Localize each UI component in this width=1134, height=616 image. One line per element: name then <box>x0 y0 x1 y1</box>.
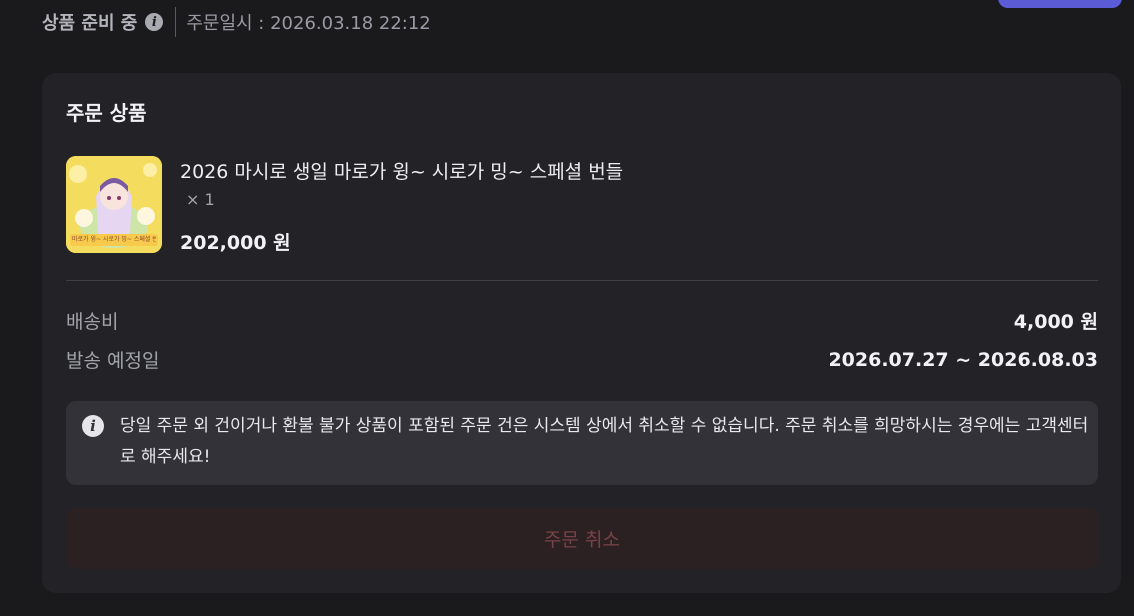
shipping-fee-row: 배송비 4,000 원 <box>66 307 1098 334</box>
cancel-notice: i 당일 주문 외 건이거나 환불 불가 상품이 포함된 주문 건은 시스템 상… <box>66 401 1098 485</box>
order-status-row: 상품 준비 중 i 주문일시 : 2026.03.18 22:12 <box>42 7 431 37</box>
info-icon: i <box>82 415 104 437</box>
status-divider <box>175 7 177 37</box>
card-title: 주문 상품 <box>66 101 147 125</box>
ship-date-value: 2026.07.27 ~ 2026.08.03 <box>828 348 1098 371</box>
cancel-notice-text: 당일 주문 외 건이거나 환불 불가 상품이 포함된 주문 건은 시스템 상에서… <box>120 416 1089 467</box>
top-action-button[interactable] <box>998 0 1122 8</box>
order-card: 주문 상품 마로가 윙~ 시로가 밍~ 스페셜 번들 2026 마시로 생일 마… <box>42 73 1121 593</box>
shipping-fee-value: 4,000 원 <box>1013 311 1098 333</box>
info-icon[interactable]: i <box>145 13 164 31</box>
ship-date-row: 발송 예정일 2026.07.27 ~ 2026.08.03 <box>66 346 1098 373</box>
section-divider <box>66 280 1098 281</box>
ship-date-label: 발송 예정일 <box>66 350 160 372</box>
shipping-fee-label: 배송비 <box>66 311 119 333</box>
cancel-order-button[interactable]: 주문 취소 <box>66 508 1098 569</box>
product-quantity: × 1 <box>186 190 215 209</box>
order-date: 주문일시 : 2026.03.18 22:12 <box>186 13 431 34</box>
thumbnail-caption: 마로가 윙~ 시로가 밍~ 스페셜 번들 <box>72 236 156 243</box>
product-thumbnail[interactable]: 마로가 윙~ 시로가 밍~ 스페셜 번들 <box>66 156 162 253</box>
product-price: 202,000 원 <box>180 232 291 254</box>
order-status-label: 상품 준비 중 <box>42 13 138 34</box>
product-name[interactable]: 2026 마시로 생일 마로가 윙~ 시로가 밍~ 스페셜 번들 <box>180 157 623 184</box>
